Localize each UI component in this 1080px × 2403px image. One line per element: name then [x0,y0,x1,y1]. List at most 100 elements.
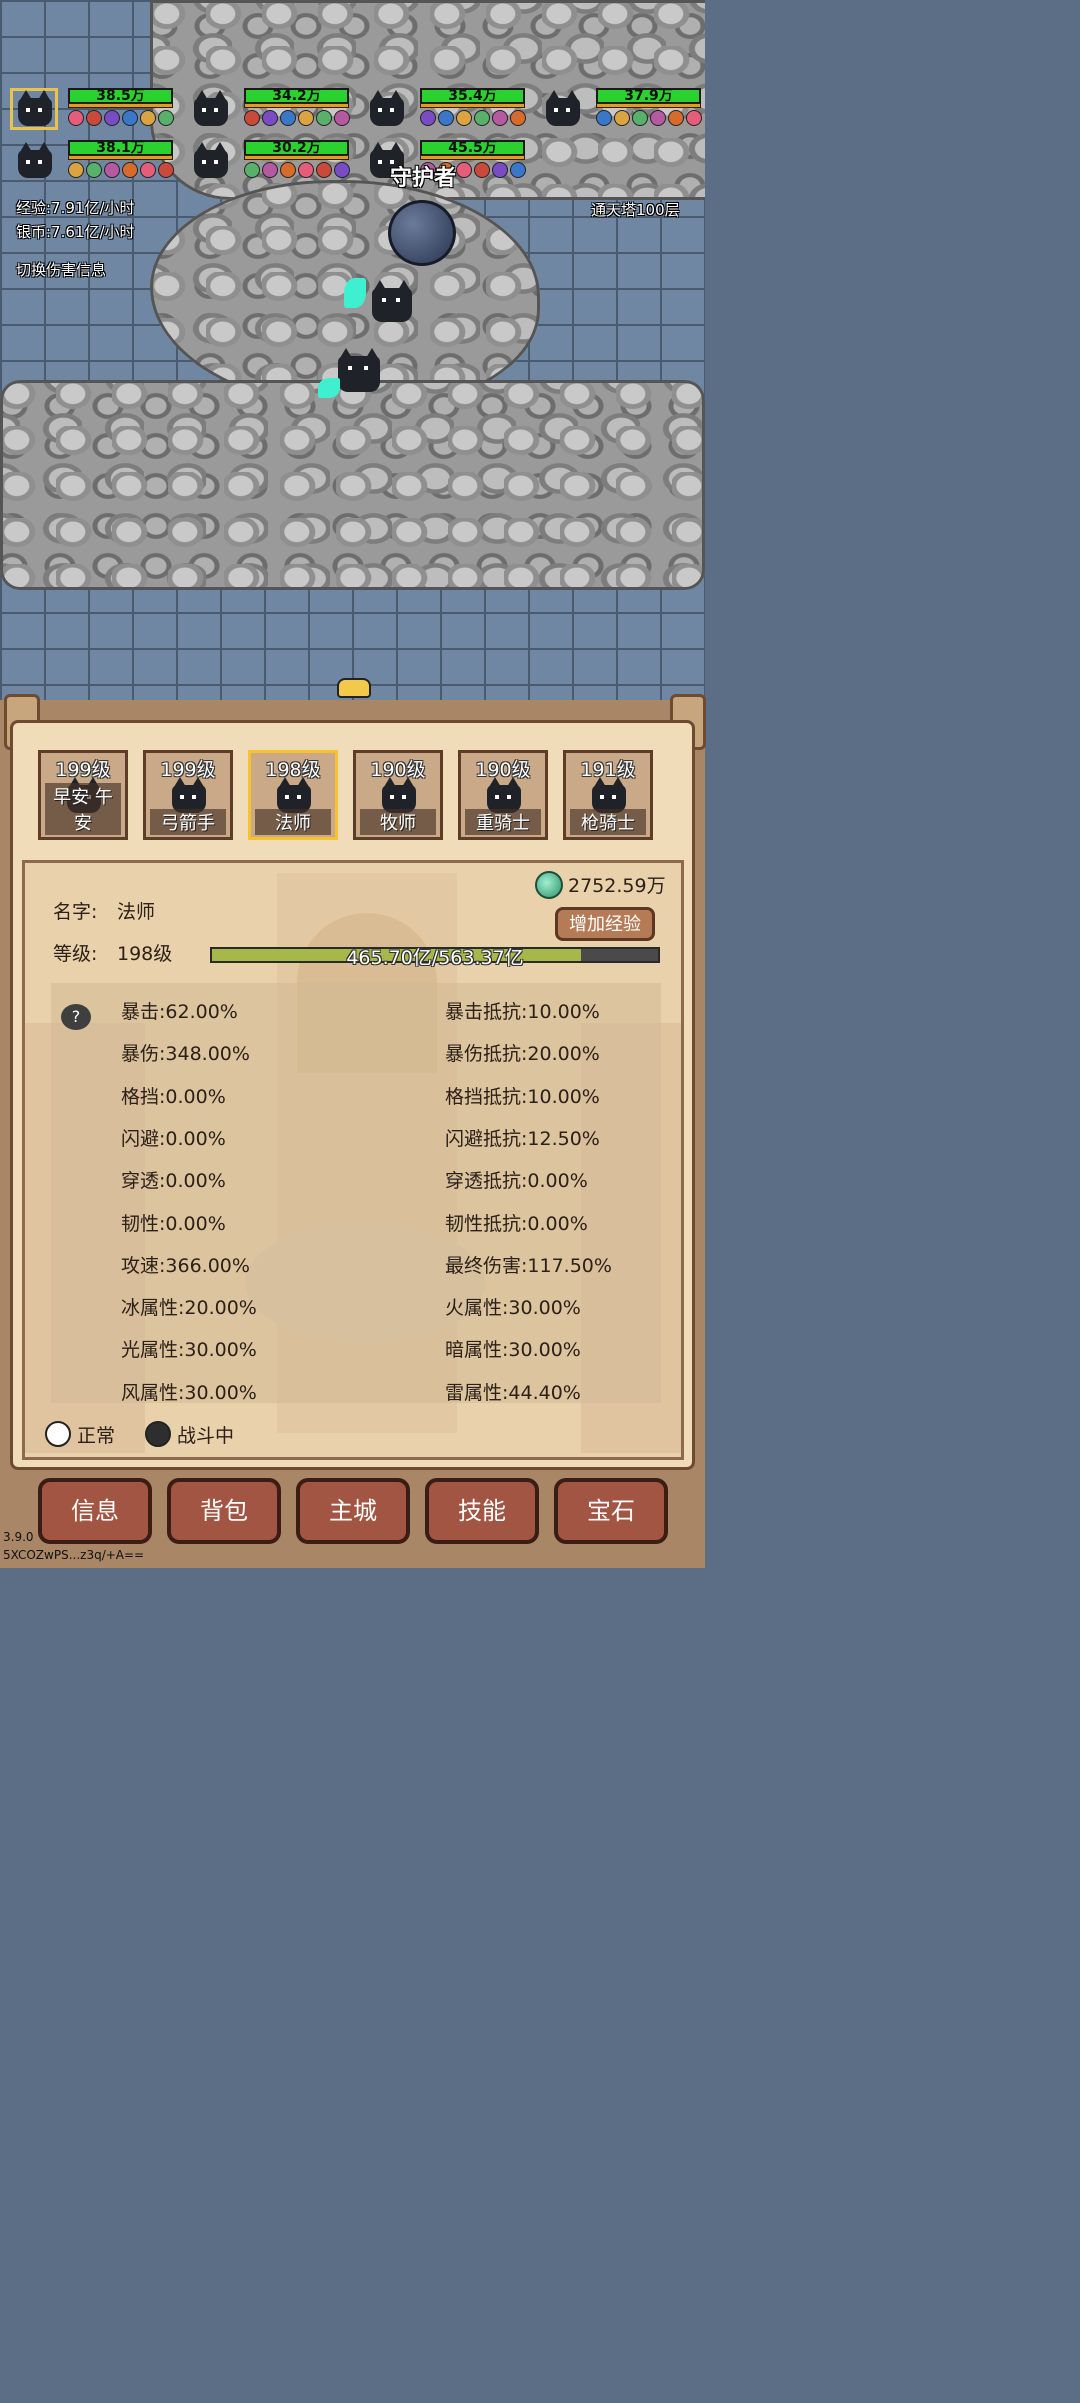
stat-right: 暴伤抵抗:20.00% [445,1043,600,1066]
buff-icon [668,110,684,126]
team-unit-card[interactable]: 37.9万 [538,88,705,132]
hero-cat-sprite [372,280,412,322]
buff-icon [474,110,490,126]
unit-portrait [362,88,410,130]
stat-left: 冰属性:20.00% [121,1297,257,1320]
nav-info-button[interactable]: 信息 [38,1478,152,1544]
gem-currency: 2752.59万 [568,875,666,897]
toggle-damage-info-button[interactable]: 切换伤害信息 [16,259,106,280]
buff-icon [68,162,84,178]
buff-icon [140,110,156,126]
unit-mp-bar [68,155,173,160]
buff-icon [438,110,454,126]
unit-buff-row [244,110,350,126]
unit-mp-bar [244,103,349,108]
buff-icon [316,162,332,178]
buff-icon [104,110,120,126]
exp-progress-bar: 465.70亿/563.37亿 [210,947,660,969]
cat-avatar-icon [194,90,228,126]
battle-status-label: 战斗中 [177,1425,235,1447]
unit-portrait [10,140,58,182]
unit-mp-bar [68,103,173,108]
hero-level: 199级 [55,759,111,781]
team-unit-card[interactable]: 34.2万 [186,88,356,132]
name-value: 法师 [117,901,156,923]
unit-mp-bar [244,155,349,160]
team-unit-card[interactable]: 38.1万 [10,140,180,184]
collapse-panel-button[interactable] [337,678,371,698]
buff-icon [122,162,138,178]
unit-hp-bar: 34.2万 [244,88,349,104]
stat-right: 穿透抵抗:0.00% [445,1170,588,1193]
nav-city-button[interactable]: 主城 [296,1478,410,1544]
unit-portrait [538,88,586,130]
cobblestone-floor [0,380,705,590]
hero-tab[interactable]: 199级 弓箭手 [143,750,233,840]
cat-avatar-icon [18,142,52,178]
stat-left: 韧性:0.00% [121,1212,226,1235]
hero-tab[interactable]: 191级 枪骑士 [563,750,653,840]
enemy-bomb-icon [388,200,456,266]
unit-buff-row [596,110,702,126]
stat-right: 格挡抵抗:10.00% [445,1085,600,1108]
buff-icon [244,110,260,126]
buff-icon [262,110,278,126]
nav-skills-button[interactable]: 技能 [425,1478,539,1544]
hero-info-box: 2752.59万 名字: 法师 增加经验 等级: 198级 465.70亿/56… [22,860,684,1460]
help-icon[interactable]: ? [61,1004,91,1030]
normal-status-label: 正常 [77,1425,116,1447]
hero-cat-sprite [338,348,380,392]
nav-gems-button[interactable]: 宝石 [554,1478,668,1544]
level-value: 198级 [117,943,173,965]
buff-icon [456,162,472,178]
stat-left: 格挡:0.00% [121,1085,226,1108]
cyan-axe-icon [344,278,366,308]
hero-tab[interactable]: 199级 早安 午安 [38,750,128,840]
hero-tab[interactable]: 190级 牧师 [353,750,443,840]
hero-tab[interactable]: 198级 法师 [248,750,338,840]
buff-icon [492,162,508,178]
hero-tab[interactable]: 190级 重骑士 [458,750,548,840]
cat-avatar-icon [546,90,580,126]
unit-hp-bar: 38.5万 [68,88,173,104]
buff-icon [280,110,296,126]
unit-hp-bar: 35.4万 [420,88,525,104]
buff-icon [158,162,174,178]
buff-icon [140,162,156,178]
team-unit-card[interactable]: 30.2万 [186,140,356,184]
unit-hp-bar: 45.5万 [420,140,525,156]
add-exp-button[interactable]: 增加经验 [555,907,655,941]
hero-level: 198级 [265,759,321,781]
team-unit-card[interactable]: 35.4万 [362,88,532,132]
stat-left: 闪避:0.00% [121,1127,226,1150]
team-unit-card[interactable]: 38.5万 [10,88,180,132]
stat-right: 暴击抵抗:10.00% [445,1001,600,1023]
buff-icon [510,110,526,126]
unit-hp-bar: 30.2万 [244,140,349,156]
unit-buff-row [68,162,174,178]
hero-name: 弓箭手 [150,809,226,835]
unit-hp-bar: 38.1万 [68,140,173,156]
buff-icon [86,110,102,126]
unit-mp-bar [596,103,701,108]
buff-icon [614,110,630,126]
stat-left: 风属性:30.00% [121,1381,257,1404]
battle-field: 38.5万 34.2万 35.4万 37.9万 38.1万 30.2万 45.5万 守护者 … [0,0,705,700]
unit-portrait [186,88,234,130]
cyan-axe-icon [318,378,340,398]
buff-icon [420,110,436,126]
unit-buff-row [244,162,350,178]
buff-icon [104,162,120,178]
buff-icon [244,162,260,178]
buff-icon [122,110,138,126]
nav-bag-button[interactable]: 背包 [167,1478,281,1544]
buff-icon [456,110,472,126]
stat-left: 暴伤:348.00% [121,1043,250,1066]
buff-icon [298,110,314,126]
stat-left: 暴击:62.00% [121,1001,238,1023]
buff-icon [492,110,508,126]
name-label: 名字: [53,901,98,923]
buff-icon [474,162,490,178]
cat-avatar-icon [194,142,228,178]
buff-icon [158,110,174,126]
